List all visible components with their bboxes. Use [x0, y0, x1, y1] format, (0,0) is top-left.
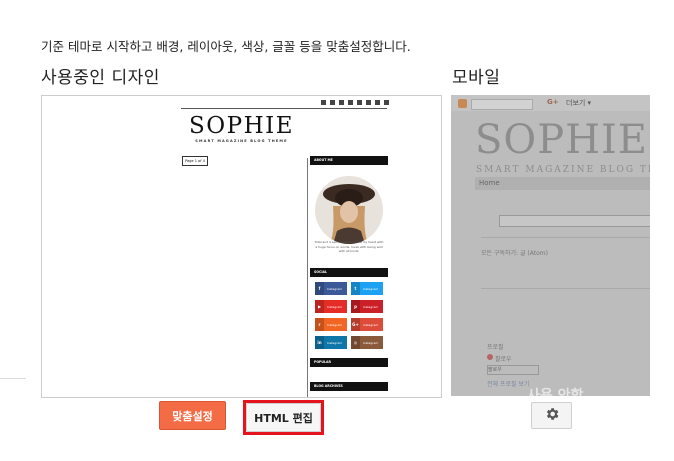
mobile-settings-button[interactable] [531, 402, 572, 429]
edit-html-button[interactable]: HTML 편집 [246, 403, 321, 432]
preview-social-label: Instagram [363, 340, 379, 345]
mobile-home-link: Home [479, 179, 500, 187]
preview-widget-about: ABOUT ME [310, 156, 388, 165]
mobile-search-box [471, 99, 533, 110]
googleplus-icon: G+ [547, 98, 559, 106]
rss-icon: r [315, 318, 324, 331]
preview-sidebar-rule [307, 158, 308, 397]
mobile-theme-preview[interactable]: G+ 더보기 ▾ SOPHIE SMART MAGAZINE BLOG THEM… [451, 95, 650, 396]
mobile-profile-heading: 프로필 [487, 344, 504, 351]
preview-tagline: SMART MAGAZINE BLOG THEME [195, 139, 288, 143]
twitter-icon: t [351, 282, 360, 295]
preview-social-label: Instagram [363, 322, 379, 327]
mobile-content-box [499, 215, 650, 227]
mobile-nav-bar [475, 177, 650, 190]
youtube-icon: ▶ [315, 300, 324, 313]
preview-avatar [315, 176, 383, 244]
mobile-divider [481, 237, 650, 238]
preview-social-item: G+ Instagram [351, 318, 383, 331]
googleplus-icon: G+ [351, 318, 360, 331]
mobile-tagline: SMART MAGAZINE BLOG THEME [476, 165, 650, 175]
preview-social-item: f Instagram [315, 282, 347, 295]
mobile-follow-label: 팔로우 [495, 356, 512, 363]
mobile-post-line: 모든 구독하기: 글 (Atom) [481, 250, 548, 257]
mobile-more-menu: 더보기 ▾ [566, 99, 592, 107]
pinterest-icon: p [351, 300, 360, 313]
preview-top-rule [181, 108, 387, 109]
left-divider [0, 378, 26, 379]
gear-icon [544, 406, 560, 426]
customize-button[interactable]: 맞춤설정 [159, 401, 226, 430]
instagram-icon: ◎ [351, 336, 360, 349]
mobile-divider [481, 288, 650, 289]
preview-header-social-icons [321, 100, 389, 105]
preview-social-item: in Instagram [315, 336, 347, 349]
current-design-title: 사용중인 디자인 [41, 68, 160, 88]
preview-social-item: r Instagram [315, 318, 347, 331]
preview-social-item: ◎ Instagram [351, 336, 383, 349]
preview-social-label: Instagram [327, 286, 343, 291]
facebook-icon: f [315, 282, 324, 295]
preview-widget-popular: POPULAR [310, 358, 388, 367]
mobile-logo: SOPHIE [475, 117, 648, 163]
preview-logo: SOPHIE [188, 113, 295, 139]
preview-social-label: Instagram [363, 286, 379, 291]
profile-icon [487, 354, 493, 360]
preview-social-label: Instagram [327, 322, 343, 327]
preview-social-grid: f Instagram t Instagram ▶ Instagram p Instagram… [315, 282, 385, 349]
preview-about-text: Total and a self-described writer by hea… [314, 240, 384, 253]
desktop-theme-preview[interactable]: SOPHIE SMART MAGAZINE BLOG THEME Page 1 … [41, 95, 442, 398]
mobile-follow-select: 팔로우 [487, 365, 539, 375]
linkedin-icon: in [315, 336, 324, 349]
preview-social-item: p Instagram [351, 300, 383, 313]
preview-social-item: t Instagram [351, 282, 383, 295]
preview-social-label: Instagram [327, 304, 343, 309]
preview-social-label: Instagram [327, 340, 343, 345]
preview-social-item: ▶ Instagram [315, 300, 347, 313]
mobile-overlay-text: 사용 안함 [527, 388, 584, 396]
mobile-profile-link: 전체 프로필 보기 [487, 381, 530, 388]
mobile-title: 모바일 [452, 68, 501, 88]
preview-social-label: Instagram [363, 304, 379, 309]
rss-icon [458, 99, 467, 108]
preview-widget-archive: BLOG ARCHIVES [310, 382, 388, 391]
intro-text: 기준 테마로 시작하고 배경, 레이아웃, 색상, 글꼴 등을 맞춤설정합니다. [41, 39, 411, 54]
preview-page-button: Page 1 of 4 [182, 156, 208, 166]
preview-widget-social: SOCIAL [310, 268, 388, 277]
